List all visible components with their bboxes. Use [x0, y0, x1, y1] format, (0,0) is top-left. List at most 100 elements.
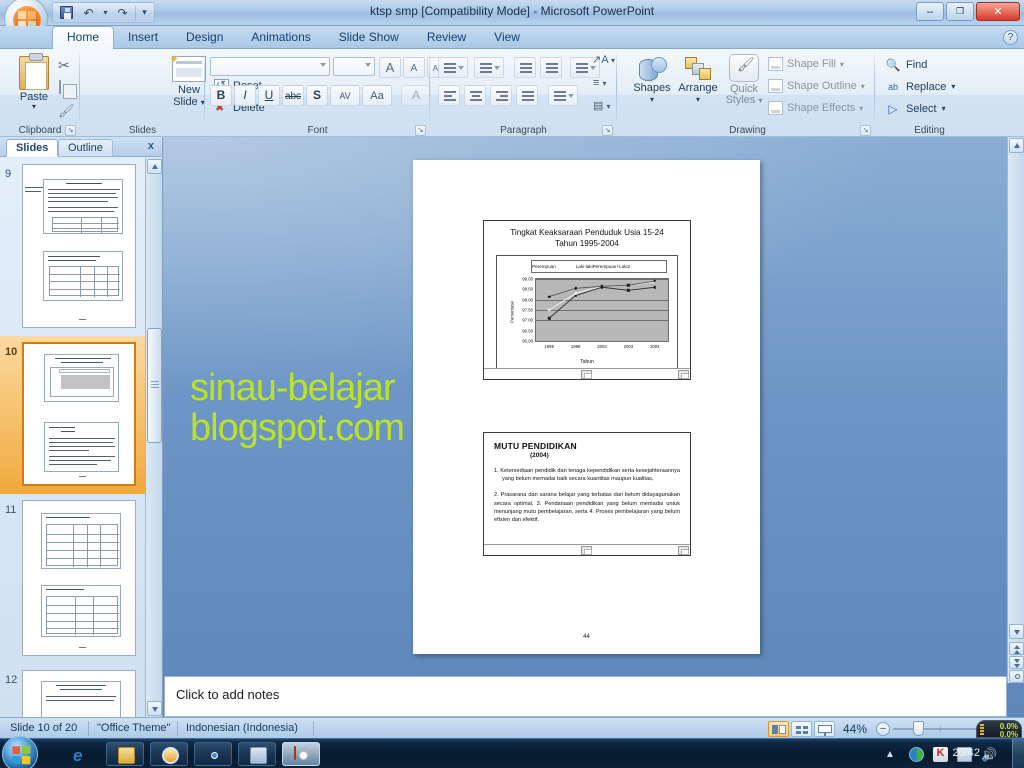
view-normal-button[interactable] — [768, 721, 789, 737]
scroll-up-button[interactable] — [147, 159, 162, 174]
align-text-button[interactable]: ≡ ▾ — [593, 77, 607, 89]
theme-name[interactable]: "Office Theme" — [97, 722, 170, 734]
decrease-indent-button[interactable] — [514, 57, 536, 78]
scroll-up-button[interactable] — [1009, 138, 1024, 153]
format-painter-button[interactable] — [58, 103, 80, 123]
antivirus-icon[interactable]: K — [933, 746, 948, 762]
taskbar-item-utility[interactable] — [238, 742, 276, 766]
underline-button[interactable]: U — [258, 85, 280, 106]
shapes-button[interactable]: Shapes ▾ — [630, 55, 674, 105]
taskbar-item-internet-explorer[interactable]: e — [62, 742, 100, 766]
justify-button[interactable] — [516, 85, 538, 106]
paste-button[interactable]: Paste ▾ — [10, 53, 58, 116]
resize-handle[interactable] — [678, 546, 689, 555]
strikethrough-button[interactable]: abc — [282, 85, 304, 106]
taskbar-item-google-chrome[interactable] — [194, 742, 232, 766]
change-case-button[interactable]: Aa — [362, 85, 392, 106]
shape-effects-button[interactable]: Shape Effects ▾ — [768, 101, 863, 115]
clipboard-dialog-launcher[interactable]: ↘ — [65, 125, 76, 136]
taskbar-item-powerpoint[interactable] — [282, 742, 320, 766]
scroll-thumb[interactable] — [147, 328, 162, 443]
close-button[interactable]: ✕ — [976, 2, 1020, 21]
taskbar-clock[interactable]: 20:42 — [952, 747, 980, 759]
grow-font-button[interactable]: A — [379, 57, 401, 78]
thumbnail-slide-12[interactable]: 12 — [0, 664, 146, 717]
notes-pane[interactable]: Click to add notes — [164, 676, 1007, 717]
text-direction-button[interactable]: ↗A ▾ — [592, 53, 615, 66]
copy-button[interactable] — [59, 80, 81, 101]
arrange-button[interactable]: Arrange ▾ — [676, 55, 720, 105]
thumbnail-slide-10[interactable]: 10 — [0, 336, 146, 494]
font-size-combo[interactable] — [333, 57, 375, 76]
taskbar-item-media-player[interactable] — [150, 742, 188, 766]
view-slide-show-button[interactable] — [814, 721, 835, 737]
download-manager-icon[interactable] — [909, 746, 924, 762]
zoom-gauge[interactable]: 0.0% 0.0% — [976, 720, 1022, 738]
slide-canvas[interactable]: Tingkat Keaksaraan Penduduk Usia 15-24 T… — [413, 160, 760, 654]
next-slide-button[interactable] — [1009, 656, 1024, 669]
tab-view[interactable]: View — [480, 26, 534, 49]
resize-handle[interactable] — [581, 546, 592, 555]
scroll-down-button[interactable] — [147, 701, 162, 716]
select-button[interactable]: ▷ Select ▾ — [885, 101, 945, 116]
tab-animations[interactable]: Animations — [237, 26, 324, 49]
volume-icon[interactable]: 🔊 — [981, 747, 997, 762]
zoom-slider-handle[interactable] — [913, 721, 924, 736]
slide-scrollbar[interactable] — [1007, 137, 1024, 683]
slide-counter[interactable]: Slide 10 of 20 — [10, 722, 77, 734]
align-left-button[interactable] — [438, 85, 460, 106]
zoom-level[interactable]: 44% — [843, 722, 867, 736]
previous-slide-button[interactable] — [1009, 642, 1024, 655]
maximize-button[interactable]: ❐ — [946, 2, 974, 21]
tab-insert[interactable]: Insert — [114, 26, 172, 49]
font-dialog-launcher[interactable]: ↘ — [415, 125, 426, 136]
language-indicator[interactable]: Indonesian (Indonesia) — [186, 722, 298, 734]
font-name-combo[interactable] — [210, 57, 330, 76]
tab-outline-pane[interactable]: Outline — [58, 139, 113, 157]
taskbar-item-file-explorer[interactable] — [106, 742, 144, 766]
chart-placeholder[interactable]: Tingkat Keaksaraan Penduduk Usia 15-24 T… — [483, 220, 691, 380]
resize-handle[interactable] — [581, 370, 592, 379]
font-color-button[interactable]: A — [401, 85, 431, 106]
character-spacing-button[interactable]: AV — [330, 85, 360, 106]
thumbnail-list[interactable]: 9 10 11 12 — [0, 158, 146, 717]
minimize-button[interactable]: – — [916, 2, 944, 21]
convert-smartart-button[interactable]: ▤ ▾ — [593, 99, 610, 112]
resize-handle[interactable] — [678, 370, 689, 379]
text-placeholder[interactable]: MUTU PENDIDIKAN (2004) 1. Ketersediaan p… — [483, 432, 691, 556]
bullets-button[interactable] — [438, 57, 468, 78]
panel-scrollbar[interactable] — [145, 158, 162, 717]
bold-button[interactable]: B — [210, 85, 232, 106]
zoom-out-button[interactable]: − — [876, 722, 890, 736]
find-button[interactable]: 🔍 Find — [885, 57, 928, 72]
show-desktop-button[interactable] — [1012, 739, 1024, 768]
increase-indent-button[interactable] — [540, 57, 562, 78]
shadow-button[interactable]: S — [306, 85, 328, 106]
thumbnail-slide-9[interactable]: 9 — [0, 158, 146, 336]
shrink-font-button[interactable]: A — [403, 57, 425, 78]
view-slide-sorter-button[interactable] — [791, 721, 812, 737]
cut-button[interactable] — [58, 57, 80, 77]
replace-button[interactable]: ab Replace ▾ — [885, 79, 955, 94]
quick-styles-button[interactable]: Quick Styles ▾ — [722, 53, 766, 106]
drawing-dialog-launcher[interactable]: ↘ — [860, 125, 871, 136]
shape-outline-button[interactable]: Shape Outline ▾ — [768, 79, 865, 93]
tab-slides-pane[interactable]: Slides — [6, 139, 59, 157]
paragraph-dialog-launcher[interactable]: ↘ — [602, 125, 613, 136]
shape-fill-button[interactable]: Shape Fill ▾ — [768, 57, 844, 71]
columns-button[interactable] — [548, 85, 578, 106]
italic-button[interactable]: I — [234, 85, 256, 106]
tab-slide-show[interactable]: Slide Show — [325, 26, 413, 49]
show-hidden-icons-icon[interactable]: ▲ — [885, 747, 900, 762]
scroll-down-button[interactable] — [1009, 624, 1024, 639]
select-browse-object-button[interactable] — [1009, 670, 1024, 683]
close-panel-icon[interactable]: x — [148, 140, 154, 152]
tab-home[interactable]: Home — [52, 26, 115, 49]
center-button[interactable] — [464, 85, 486, 106]
tab-review[interactable]: Review — [413, 26, 480, 49]
tab-design[interactable]: Design — [172, 26, 237, 49]
thumbnail-slide-11[interactable]: 11 — [0, 494, 146, 664]
numbering-button[interactable] — [474, 57, 504, 78]
align-right-button[interactable] — [490, 85, 512, 106]
start-button[interactable] — [2, 736, 38, 768]
